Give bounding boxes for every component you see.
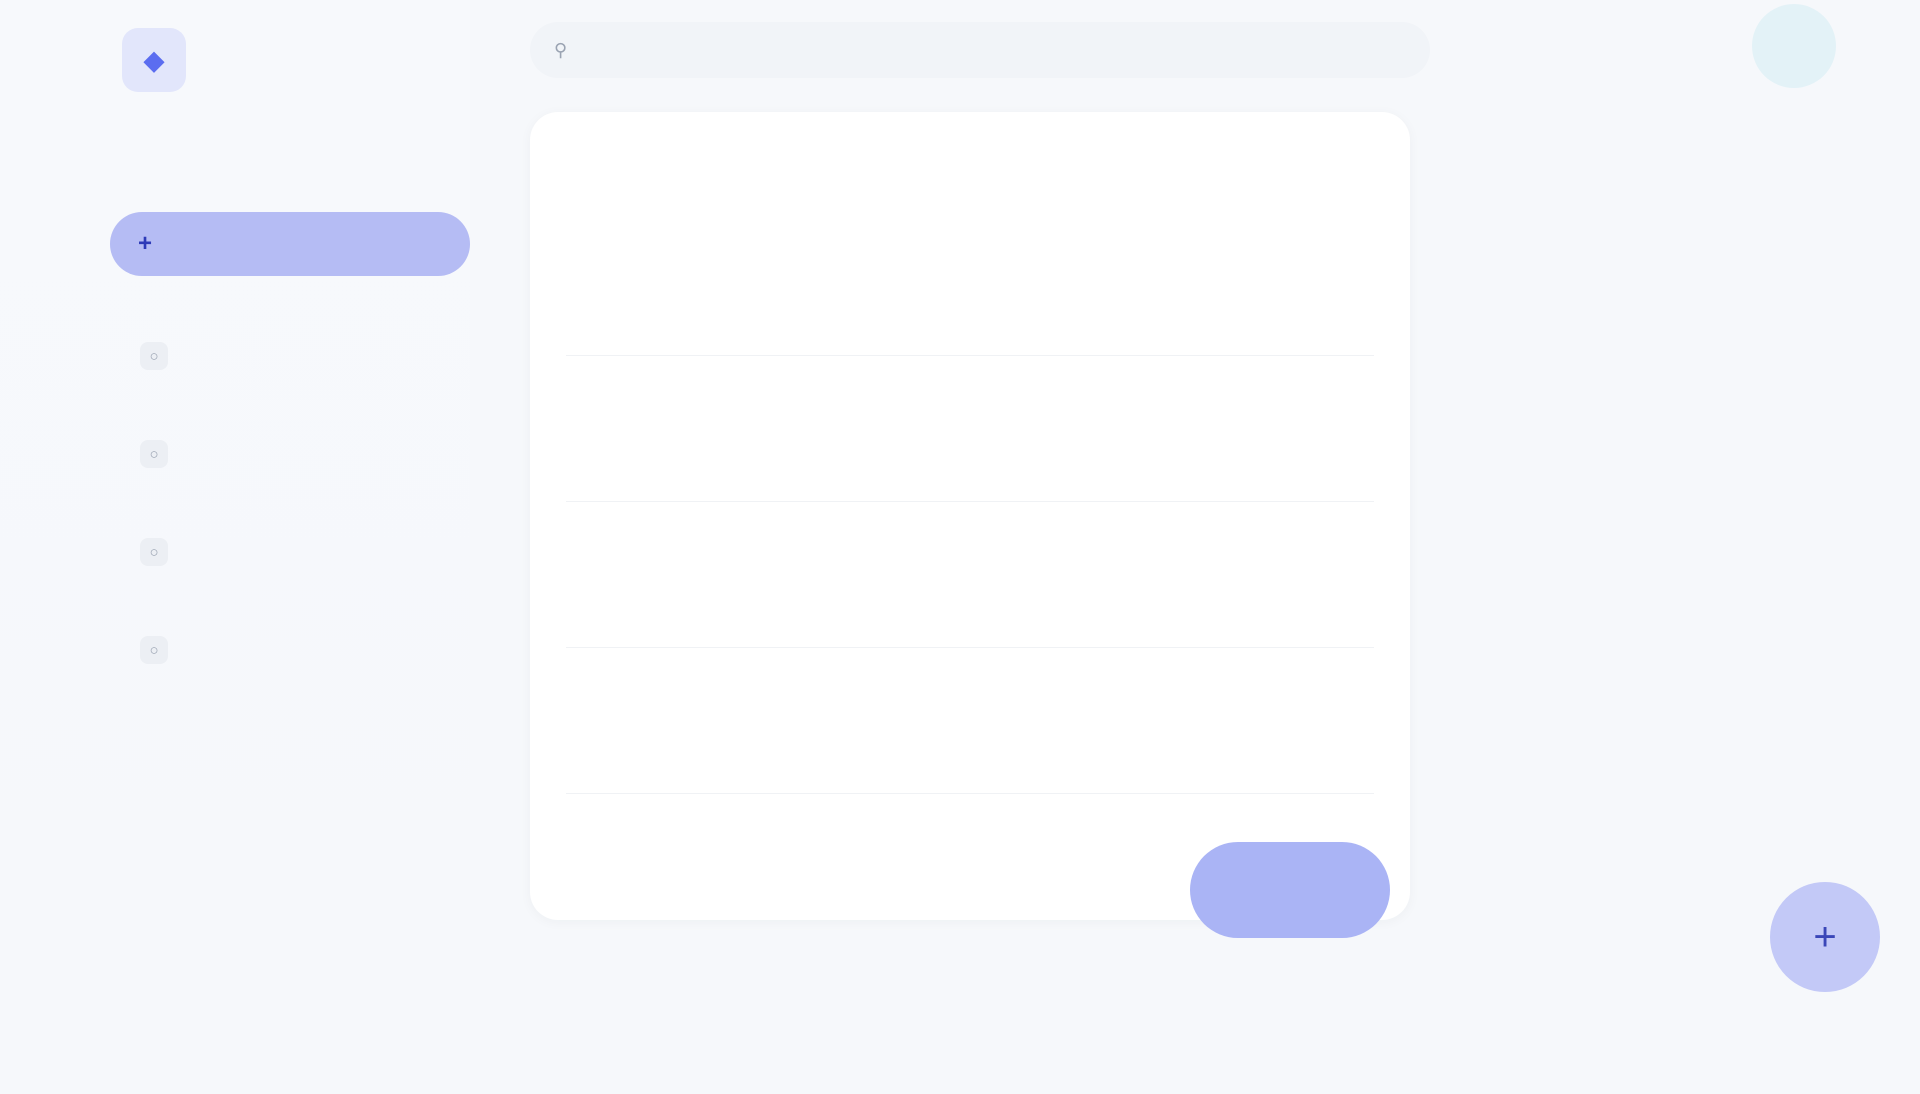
search-icon: ⚲ bbox=[554, 39, 568, 60]
footer bbox=[480, 956, 1480, 1036]
sidebar-item-1[interactable]: ○ bbox=[140, 336, 430, 376]
list-item[interactable] bbox=[566, 356, 1374, 502]
avatar[interactable] bbox=[1752, 4, 1836, 88]
list-item[interactable] bbox=[566, 210, 1374, 356]
sidebar-nav: ○ ○ ○ ○ bbox=[140, 336, 430, 670]
sidebar-item-2[interactable]: ○ bbox=[140, 434, 430, 474]
sidebar-item-4[interactable]: ○ bbox=[140, 630, 430, 670]
app-logo[interactable]: ◆ bbox=[122, 28, 186, 92]
nav-icon: ○ bbox=[140, 440, 168, 468]
nav-icon: ○ bbox=[140, 538, 168, 566]
nav-icon: ○ bbox=[140, 636, 168, 664]
list-item[interactable] bbox=[566, 648, 1374, 794]
main-card bbox=[530, 112, 1410, 920]
nav-icon: ○ bbox=[140, 342, 168, 370]
sidebar-item-3[interactable]: ○ bbox=[140, 532, 430, 572]
search-input[interactable] bbox=[581, 39, 1406, 61]
primary-action-button[interactable] bbox=[1190, 842, 1390, 938]
sidebar: ◆ + ○ ○ ○ ○ bbox=[0, 0, 470, 1094]
side-panel bbox=[1480, 120, 1860, 360]
new-button[interactable]: + bbox=[110, 212, 470, 276]
floating-action-button[interactable]: + bbox=[1770, 882, 1880, 992]
plus-icon: + bbox=[138, 230, 153, 257]
list-item[interactable] bbox=[566, 502, 1374, 648]
item-list bbox=[566, 210, 1374, 794]
search-bar[interactable]: ⚲ bbox=[530, 22, 1430, 78]
plus-icon: + bbox=[1813, 914, 1837, 959]
